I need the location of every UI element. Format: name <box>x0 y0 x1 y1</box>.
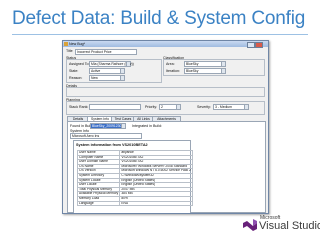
system-info-toolbar[interactable]: Microsoft Aero Ins <box>70 133 142 139</box>
visual-studio-wordmark: Visual Studio <box>259 220 320 232</box>
minimize-icon[interactable] <box>247 42 255 48</box>
title-field-value: Incorrect Product Price <box>77 50 112 54</box>
reason-value: New <box>91 76 98 80</box>
priority-label: Priority: <box>145 105 158 109</box>
assigned-label: Assigned To: <box>69 62 90 66</box>
found-in-build-field[interactable]: BlueSky_20091230.1 <box>90 123 126 129</box>
area-field[interactable]: BlueSky <box>184 61 226 67</box>
iteration-value: BlueSky <box>186 69 199 73</box>
severity-label: Severity: <box>197 105 211 109</box>
details-group <box>66 87 265 97</box>
system-info-table: User Name abyanke Computer Name VS2010BETA… <box>76 150 193 207</box>
stack-rank-label: Stack Rank: <box>69 105 89 109</box>
found-in-build-value: BlueSky_20091230.1 <box>92 124 125 128</box>
area-value: BlueSky <box>186 62 199 66</box>
priority-field[interactable]: 2 <box>159 104 181 110</box>
state-label: State: <box>69 69 79 73</box>
severity-value: 3 - Medium <box>215 105 232 109</box>
integrated-label: Integrated in Build: <box>132 124 162 128</box>
assigned-to-field[interactable]: Mia (Sharma Rathore (Dev)) <box>89 61 134 67</box>
title-divider <box>12 34 308 35</box>
state-field[interactable]: Active <box>89 68 125 74</box>
system-info-heading: System information from VS2010BETA2 <box>76 143 148 147</box>
visual-studio-logo-icon <box>243 219 257 231</box>
table-row: OS Version Microsoft Windows NT 6.0.6002 … <box>76 168 193 174</box>
area-label: Area: <box>166 62 175 66</box>
system-info-panel: Found in Build: BlueSky_20091230.1 Integ… <box>67 121 266 213</box>
system-info-box: System information from VS2010BETA2 User… <box>73 140 193 213</box>
window-titlebar[interactable]: New Bug* <box>63 41 268 48</box>
close-icon[interactable] <box>255 42 263 48</box>
title-field-label: Title <box>66 49 73 53</box>
stack-rank-field[interactable] <box>89 104 141 110</box>
title-field[interactable]: Incorrect Product Price <box>75 49 137 55</box>
system-info-font-value: Microsoft Aero Ins <box>72 134 100 138</box>
reason-field[interactable]: New <box>89 75 125 81</box>
severity-field[interactable]: 3 - Medium <box>213 104 249 110</box>
iteration-label: Iteration: <box>166 69 180 73</box>
state-value: Active <box>91 69 101 73</box>
reason-label: Reason: <box>69 76 83 80</box>
priority-value: 2 <box>161 105 163 109</box>
window-title: New Bug* <box>69 42 85 46</box>
slide-title: Defect Data: Build & System Config <box>12 8 306 29</box>
bug-form-window: New Bug* Title Incorrect Product Price S… <box>62 40 269 214</box>
iteration-field[interactable]: BlueSky <box>184 68 226 74</box>
app-icon <box>64 42 68 46</box>
table-row: Language ENU <box>76 200 193 207</box>
